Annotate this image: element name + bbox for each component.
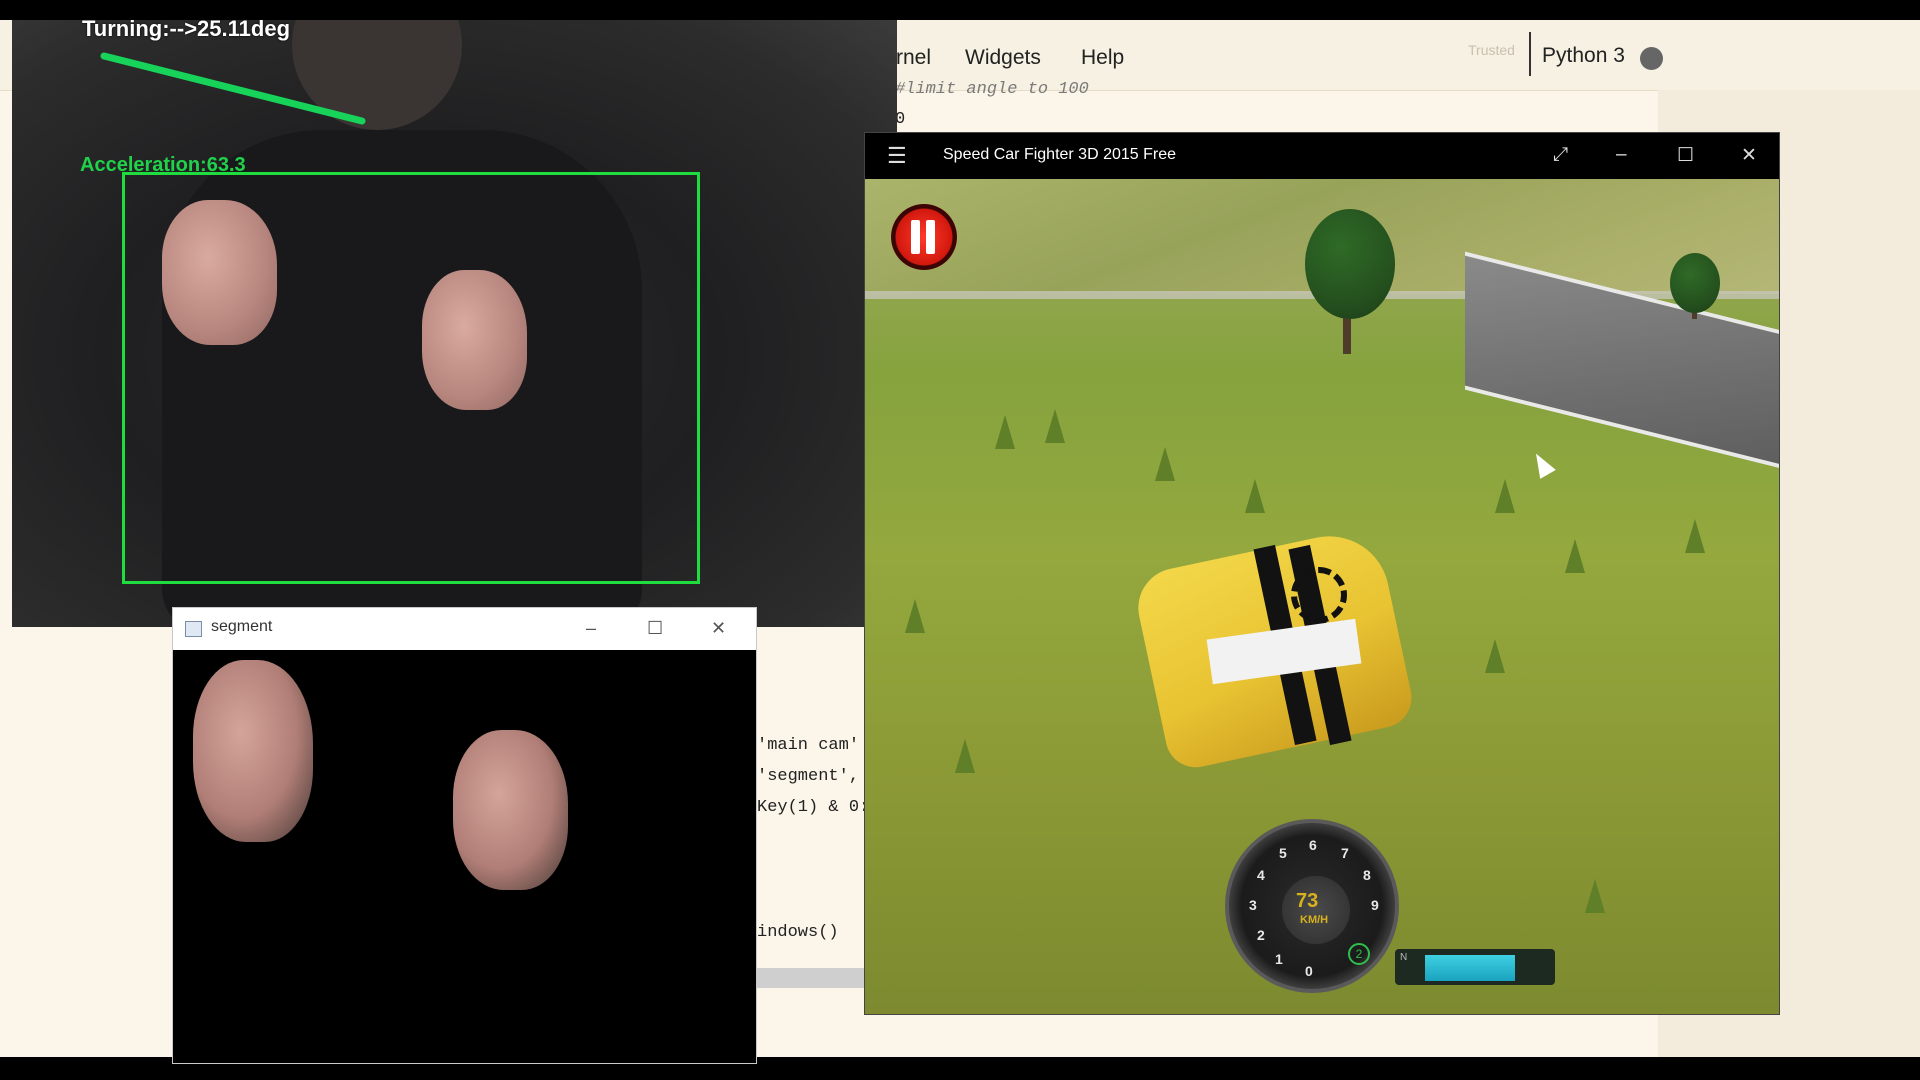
window-icon bbox=[185, 621, 202, 637]
segment-window: segment – ☐ ✕ bbox=[172, 607, 757, 1064]
close-icon[interactable]: ✕ bbox=[1741, 144, 1757, 167]
grass-tuft bbox=[995, 415, 1015, 449]
segment-title: segment bbox=[211, 618, 273, 635]
code-line: indows() bbox=[757, 923, 839, 942]
game-scene[interactable]: 0 1 2 3 4 5 6 7 8 9 73 KM/H 2 N bbox=[865, 179, 1779, 1014]
grass-tuft bbox=[1565, 539, 1585, 573]
gauge-center: 73 KM/H bbox=[1282, 876, 1350, 944]
grass-tuft bbox=[1495, 479, 1515, 513]
grass-tuft bbox=[1585, 879, 1605, 913]
segment-canvas bbox=[173, 650, 756, 1063]
grass-tuft bbox=[1685, 519, 1705, 553]
speedometer: 0 1 2 3 4 5 6 7 8 9 73 KM/H 2 bbox=[1225, 819, 1399, 993]
gauge-number: 1 bbox=[1275, 951, 1283, 967]
kernel-name: Python 3 bbox=[1542, 44, 1625, 67]
grass-tuft bbox=[1155, 447, 1175, 481]
gauge-number: 2 bbox=[1257, 927, 1265, 943]
gear-indicator: 2 bbox=[1348, 943, 1370, 965]
gauge-number: 9 bbox=[1371, 897, 1379, 913]
gauge-number: 6 bbox=[1309, 837, 1317, 853]
minimize-icon[interactable]: – bbox=[1616, 144, 1627, 166]
close-icon[interactable]: ✕ bbox=[711, 618, 726, 639]
cursor-icon bbox=[1528, 449, 1556, 479]
segment-titlebar[interactable]: segment – ☐ ✕ bbox=[173, 608, 756, 650]
hamburger-icon[interactable]: ☰ bbox=[887, 143, 907, 169]
gauge-number: 0 bbox=[1305, 963, 1313, 979]
code-line: 'main cam' bbox=[757, 736, 860, 755]
player-car bbox=[1130, 509, 1449, 773]
game-titlebar[interactable]: ☰ Speed Car Fighter 3D 2015 Free ⤢ – ☐ ✕ bbox=[865, 133, 1779, 179]
sun-decal-icon bbox=[1291, 567, 1347, 623]
code-line: Key(1) & 0: bbox=[757, 798, 870, 817]
gauge-number: 4 bbox=[1257, 867, 1265, 883]
maximize-icon[interactable]: ☐ bbox=[647, 618, 663, 639]
main-camera-window: Turning:-->25.11deg Acceleration:63.3 bbox=[12, 20, 897, 627]
gauge-number: 5 bbox=[1279, 845, 1287, 861]
expand-icon[interactable]: ⤢ bbox=[1553, 144, 1568, 166]
trusted-indicator[interactable]: Trusted bbox=[1468, 42, 1515, 58]
tree-icon bbox=[1670, 253, 1720, 313]
grass-tuft bbox=[1245, 479, 1265, 513]
minimize-icon[interactable]: – bbox=[586, 618, 596, 639]
gauge-number: 3 bbox=[1249, 897, 1257, 913]
kernel-status-icon bbox=[1640, 47, 1663, 70]
turning-readout: Turning:-->25.11deg bbox=[82, 20, 291, 41]
menu-kernel[interactable]: rnel bbox=[896, 46, 931, 70]
pause-button[interactable] bbox=[891, 204, 957, 270]
grass-tuft bbox=[955, 739, 975, 773]
grass-tuft bbox=[905, 599, 925, 633]
speed-unit: KM/H bbox=[1300, 914, 1329, 926]
hand-roi-box bbox=[122, 172, 700, 584]
grass-tuft bbox=[1485, 639, 1505, 673]
nitro-bar bbox=[1425, 955, 1515, 981]
menu-help[interactable]: Help bbox=[1081, 46, 1124, 70]
gauge-number: 8 bbox=[1363, 867, 1371, 883]
code-line-comment: #limit angle to 100 bbox=[895, 80, 1089, 99]
kernel-separator bbox=[1529, 32, 1531, 76]
menu-widgets[interactable]: Widgets bbox=[965, 46, 1041, 70]
game-window: ☰ Speed Car Fighter 3D 2015 Free ⤢ – ☐ ✕ bbox=[864, 132, 1780, 1015]
tree-icon bbox=[1305, 209, 1395, 319]
game-title: Speed Car Fighter 3D 2015 Free bbox=[943, 146, 1177, 163]
gauge-number: 7 bbox=[1341, 845, 1349, 861]
code-line: 'segment', bbox=[757, 767, 860, 786]
grass-tuft bbox=[1045, 409, 1065, 443]
pause-icon bbox=[911, 220, 937, 254]
nitro-label: N bbox=[1400, 952, 1408, 963]
segmented-left-fist bbox=[193, 660, 313, 842]
speed-readout: 73 bbox=[1296, 890, 1319, 912]
segmented-right-fist bbox=[453, 730, 568, 890]
code-scrollbar[interactable] bbox=[756, 968, 866, 988]
maximize-icon[interactable]: ☐ bbox=[1677, 144, 1694, 167]
